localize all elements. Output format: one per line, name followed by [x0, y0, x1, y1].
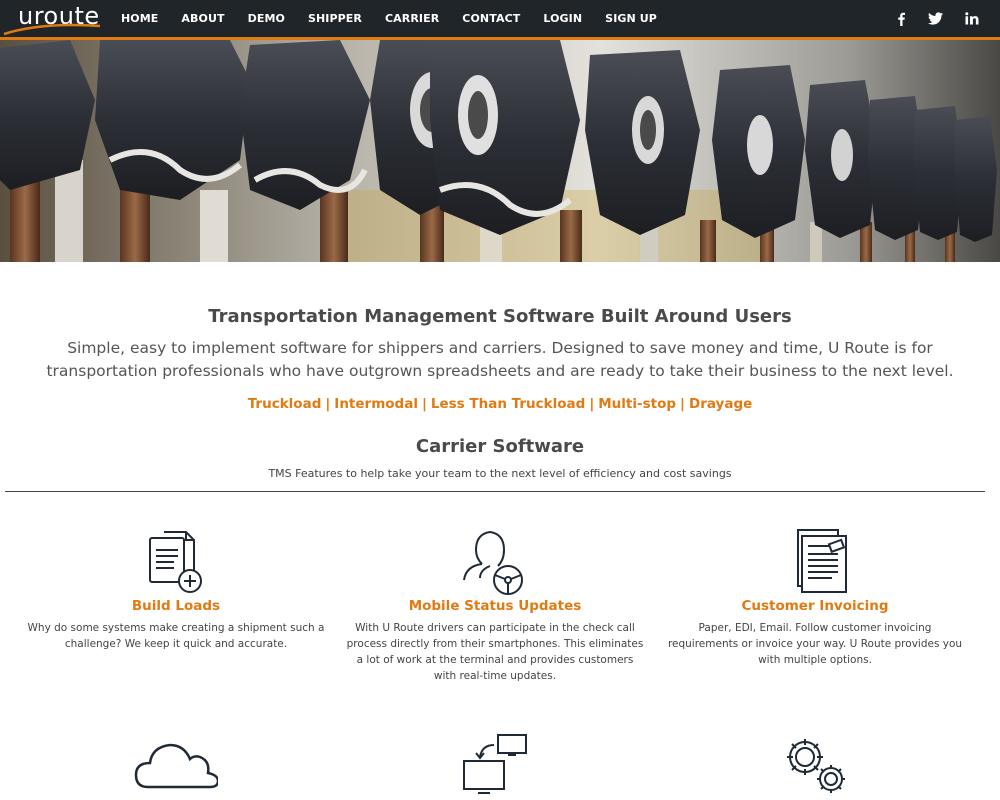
feature-computer-sync: [345, 733, 645, 800]
mode-separator: |: [680, 396, 685, 412]
nav-shipper[interactable]: SHIPPER: [308, 12, 362, 25]
nav-carrier[interactable]: CARRIER: [385, 12, 439, 25]
feature-title: Build Loads: [131, 598, 221, 614]
machine-parts-illustration: [0, 40, 1000, 262]
nav-contact[interactable]: CONTACT: [462, 12, 520, 25]
uroute-logo[interactable]: uroute: [2, 0, 102, 37]
section-divider: [5, 491, 985, 492]
top-nav: uroute HOME ABOUT DEMO SHIPPER CARRIER C…: [0, 0, 1000, 37]
feature-customer-invoicing: Customer Invoicing Paper, EDI, Email. Fo…: [665, 528, 965, 668]
linkedin-icon[interactable]: [963, 10, 981, 28]
gears-icon: [787, 739, 845, 793]
feature-description: With U Route drivers can participate in …: [346, 622, 644, 682]
mode-link-truckload[interactable]: Truckload: [248, 396, 322, 412]
feature-title: Mobile Status Updates: [408, 598, 582, 614]
nav-about[interactable]: ABOUT: [181, 12, 224, 25]
nav-demo[interactable]: DEMO: [248, 12, 285, 25]
twitter-icon[interactable]: [926, 10, 944, 28]
intro-paragraph: Simple, easy to implement software for s…: [46, 339, 954, 380]
nav-login[interactable]: LOGIN: [543, 12, 582, 25]
hero-image: [0, 40, 1000, 262]
feature-mobile-status-updates: Mobile Status Updates With U Route drive…: [345, 528, 645, 684]
nav-home[interactable]: HOME: [121, 12, 158, 25]
section-title: Carrier Software: [415, 436, 585, 457]
feature-cloud: [26, 735, 326, 795]
feature-title: Customer Invoicing: [741, 598, 889, 614]
feature-description: Why do some systems make creating a ship…: [27, 622, 325, 650]
mode-separator: |: [421, 396, 427, 412]
mode-link-drayage[interactable]: Drayage: [689, 396, 752, 412]
social-links: [892, 0, 981, 37]
invoice-icon: [797, 529, 847, 593]
feature-gears: [665, 733, 965, 800]
section-subtitle: TMS Features to help take your team to t…: [268, 467, 732, 480]
shipping-modes-links: Truckload | Intermodal | Less Than Truckload…: [0, 396, 1000, 412]
logo-swoosh-icon: [3, 23, 101, 36]
mode-link-multi-stop[interactable]: Multi-stop: [598, 396, 676, 412]
mode-separator: |: [589, 396, 595, 412]
driver-wheel-icon: [463, 530, 523, 595]
cloud-icon: [134, 743, 218, 789]
main-menu: HOME ABOUT DEMO SHIPPER CARRIER CONTACT …: [112, 0, 680, 37]
computer-sync-icon: [463, 734, 527, 794]
page-headline: Transportation Management Software Built…: [208, 306, 792, 327]
feature-description: Paper, EDI, Email. Follow customer invoi…: [667, 622, 963, 666]
feature-build-loads: Build Loads Why do some systems make cre…: [26, 528, 326, 652]
nav-sign-up[interactable]: SIGN UP: [605, 12, 657, 25]
mode-link-intermodal[interactable]: Intermodal: [334, 396, 418, 412]
mode-link-ltl[interactable]: Less Than Truckload: [431, 396, 585, 412]
mode-separator: |: [325, 396, 331, 412]
facebook-icon[interactable]: [892, 10, 910, 28]
document-add-icon: [149, 531, 202, 593]
